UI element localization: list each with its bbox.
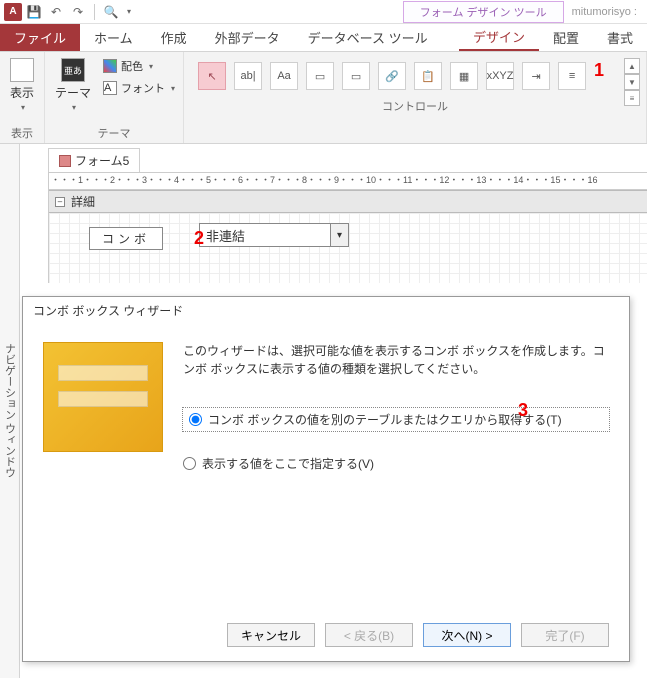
radio-table[interactable]	[189, 413, 202, 426]
group-theme: 亜あ テーマ ▾ 配色 ▾ A フォント ▾ テーマ	[45, 52, 184, 143]
tab-db-tools[interactable]: データベース ツール	[294, 24, 442, 51]
tab-design[interactable]: デザイン	[459, 24, 539, 51]
control-label-icon[interactable]: Aa	[270, 62, 298, 90]
group-view-label: 表示	[6, 125, 38, 141]
wizard-option-table-label: コンボ ボックスの値を別のテーブルまたはクエリから取得する(T)	[208, 411, 562, 428]
wizard-title: コンボ ボックス ウィザード	[23, 297, 629, 324]
combo-box-wizard-dialog: コンボ ボックス ウィザード このウィザードは、選択可能な値を表示するコンボ ボ…	[22, 296, 630, 662]
form-tab-label: フォーム5	[75, 152, 129, 169]
navigation-pane[interactable]: ナビゲーション ウィンドウ	[0, 144, 20, 678]
qat-dropdown-icon[interactable]: ▾	[127, 7, 131, 16]
contextual-tool-label: フォーム デザイン ツール	[403, 1, 564, 23]
ribbon-body: 表示 ▾ 表示 亜あ テーマ ▾ 配色 ▾ A フォント ▾	[0, 52, 647, 144]
tab-create[interactable]: 作成	[147, 24, 201, 51]
save-icon[interactable]: 💾	[26, 4, 42, 20]
control-optiongroup-icon[interactable]: xXYZ	[486, 62, 514, 90]
combo-label-control[interactable]: コンボ	[89, 227, 163, 250]
view-label: 表示	[10, 84, 34, 101]
gallery-down-icon[interactable]: ▼	[624, 74, 640, 90]
gallery-more-icon[interactable]: ≡	[624, 90, 640, 106]
control-tab-icon[interactable]: ▭	[342, 62, 370, 90]
chevron-down-icon: ▾	[72, 103, 76, 112]
group-controls-label: コントロール	[190, 98, 640, 114]
gallery-up-icon[interactable]: ▲	[624, 58, 640, 74]
control-link-icon[interactable]: 🔗	[378, 62, 406, 90]
control-nav-icon[interactable]: ▦	[450, 62, 478, 90]
tab-arrange[interactable]: 配置	[539, 24, 593, 51]
theme-button[interactable]: 亜あ テーマ ▾	[51, 56, 95, 114]
fonts-label: フォント	[121, 80, 165, 96]
undo-icon[interactable]: ↶	[48, 4, 64, 20]
quick-access-toolbar: 💾 ↶ ↷ 🔍 ▾	[26, 4, 131, 20]
finish-button: 完了(F)	[521, 623, 609, 647]
back-button: < 戻る(B)	[325, 623, 413, 647]
cancel-button[interactable]: キャンセル	[227, 623, 315, 647]
chevron-down-icon: ▾	[171, 84, 175, 93]
colors-icon	[103, 59, 117, 73]
wizard-description: このウィザードは、選択可能な値を表示するコンボ ボックスを作成します。コンボ ボ…	[183, 342, 609, 378]
next-button[interactable]: 次へ(N) >	[423, 623, 511, 647]
qat-separator	[94, 4, 95, 20]
theme-label: テーマ	[55, 84, 91, 101]
control-pagebreak-icon[interactable]: ⇥	[522, 62, 550, 90]
form-icon	[59, 155, 71, 167]
combo-box-control[interactable]: 非連結 ▾	[199, 223, 349, 247]
wizard-option-values-label: 表示する値をここで指定する(V)	[202, 455, 374, 472]
fonts-button[interactable]: A フォント ▾	[101, 78, 177, 98]
control-combobox-icon[interactable]: ≡	[558, 62, 586, 90]
view-icon	[10, 58, 34, 82]
wizard-option-table[interactable]: コンボ ボックスの値を別のテーブルまたはクエリから取得する(T)	[183, 408, 609, 431]
file-tab[interactable]: ファイル	[0, 24, 80, 51]
ribbon-tabs: ファイル ホーム 作成 外部データ データベース ツール デザイン 配置 書式	[0, 24, 647, 52]
control-textbox-icon[interactable]: ab|	[234, 62, 262, 90]
group-controls: ↖ ab| Aa ▭ ▭ 🔗 📋 ▦ xXYZ ⇥ ≡ ▲ ▼ ≡ コントロール	[184, 52, 647, 143]
collapse-icon[interactable]: –	[55, 197, 65, 207]
theme-icon: 亜あ	[61, 58, 85, 82]
wizard-option-values[interactable]: 表示する値をここで指定する(V)	[183, 455, 609, 472]
wizard-buttons: キャンセル < 戻る(B) 次へ(N) > 完了(F)	[23, 613, 629, 661]
redo-icon[interactable]: ↷	[70, 4, 86, 20]
print-preview-icon[interactable]: 🔍	[103, 4, 119, 20]
fonts-icon: A	[103, 81, 117, 95]
detail-section-label: 詳細	[71, 193, 95, 210]
tab-format[interactable]: 書式	[593, 24, 647, 51]
combo-dropdown-icon[interactable]: ▾	[330, 224, 348, 246]
tab-external-data[interactable]: 外部データ	[201, 24, 294, 51]
radio-values[interactable]	[183, 457, 196, 470]
chevron-down-icon: ▾	[21, 103, 25, 112]
group-theme-label: テーマ	[51, 125, 177, 141]
colors-label: 配色	[121, 58, 143, 74]
wizard-image-icon	[43, 342, 163, 452]
form-design-surface[interactable]: – 詳細 コンボ 非連結 ▾	[48, 190, 647, 283]
gallery-scroll: ▲ ▼ ≡	[624, 58, 640, 106]
combo-value: 非連結	[200, 226, 330, 245]
form-tab[interactable]: フォーム5	[48, 148, 140, 172]
control-button-icon[interactable]: ▭	[306, 62, 334, 90]
app-icon: A	[4, 3, 22, 21]
chevron-down-icon: ▾	[149, 62, 153, 71]
control-select-icon[interactable]: ↖	[198, 62, 226, 90]
title-bar: A 💾 ↶ ↷ 🔍 ▾ フォーム デザイン ツール mitumorisyo :	[0, 0, 647, 24]
tab-home[interactable]: ホーム	[80, 24, 147, 51]
detail-section-header[interactable]: – 詳細	[49, 190, 647, 213]
view-button[interactable]: 表示 ▾	[6, 56, 38, 114]
detail-grid[interactable]: コンボ 非連結 ▾	[49, 213, 647, 283]
colors-button[interactable]: 配色 ▾	[101, 56, 177, 76]
database-name: mitumorisyo :	[572, 6, 637, 18]
control-webbrowser-icon[interactable]: 📋	[414, 62, 442, 90]
group-view: 表示 ▾ 表示	[0, 52, 45, 143]
horizontal-ruler: ・・・1・・・2・・・3・・・4・・・5・・・6・・・7・・・8・・・9・・・1…	[48, 172, 647, 190]
